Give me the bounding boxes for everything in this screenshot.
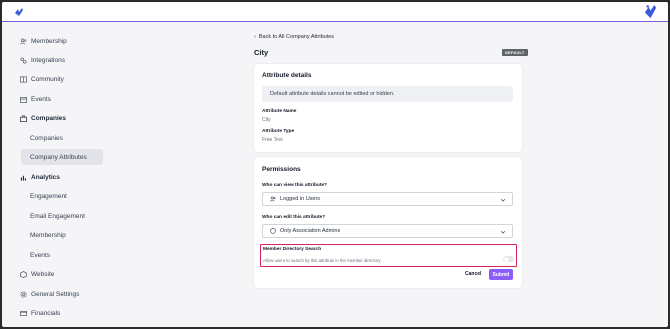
sidebar-item-community[interactable]: Community bbox=[20, 72, 64, 86]
member-directory-search-toggle[interactable] bbox=[503, 256, 514, 262]
chevron-down-icon bbox=[500, 199, 506, 202]
sidebar-item-website[interactable]: Website bbox=[20, 267, 54, 281]
page-title: City bbox=[254, 48, 269, 57]
brand-mark-icon[interactable] bbox=[643, 4, 658, 19]
attribute-name-label: Attribute Name bbox=[262, 109, 297, 114]
brand-logo-icon[interactable] bbox=[14, 7, 24, 17]
back-link-label: Back to All Company Attributes bbox=[258, 34, 335, 40]
card-title: Permissions bbox=[262, 166, 301, 173]
attribute-type-value: Free Text bbox=[262, 137, 283, 143]
sidebar-item-label: Email Engagement bbox=[30, 212, 85, 220]
sidebar-item-label: Membership bbox=[31, 37, 67, 45]
sidebar-subitem-company-attributes[interactable]: Company Attributes bbox=[21, 149, 103, 165]
sidebar-item-analytics[interactable]: Analytics bbox=[20, 170, 60, 184]
sidebar-item-label: Events bbox=[30, 251, 50, 259]
card-icon bbox=[20, 310, 27, 316]
sidebar-item-events[interactable]: Events bbox=[20, 92, 51, 106]
view-permission-select[interactable]: Logged in Users bbox=[262, 192, 513, 206]
shield-icon bbox=[270, 228, 276, 234]
sidebar-subitem-membership[interactable]: Membership bbox=[30, 228, 66, 242]
member-directory-search-description: Allow users to search by this attribute … bbox=[263, 258, 381, 263]
book-icon bbox=[20, 76, 27, 82]
sidebar-item-label: Integrations bbox=[31, 56, 65, 64]
view-permission-label: Who can view this attribute? bbox=[262, 183, 328, 188]
sidebar-item-label: Events bbox=[31, 95, 51, 103]
sidebar: Membership Integrations Community Events… bbox=[2, 23, 112, 327]
info-notice: Default attribute details cannot be edit… bbox=[262, 86, 513, 102]
attribute-name-value: City bbox=[262, 117, 271, 123]
chevron-down-icon bbox=[500, 231, 506, 234]
users-icon bbox=[270, 196, 276, 202]
sidebar-item-label: Company Attributes bbox=[30, 153, 87, 161]
sidebar-item-integrations[interactable]: Integrations bbox=[20, 53, 65, 67]
select-value: Only Association Admins bbox=[280, 228, 341, 234]
sidebar-item-label: Engagement bbox=[30, 192, 67, 200]
calendar-icon bbox=[20, 96, 27, 103]
permissions-card: Permissions Who can view this attribute?… bbox=[254, 157, 522, 288]
link-icon bbox=[20, 57, 27, 63]
briefcase-icon bbox=[20, 115, 27, 122]
top-bar bbox=[2, 2, 668, 22]
cancel-button[interactable]: Cancel bbox=[465, 271, 481, 277]
status-badge: DEFAULT bbox=[502, 49, 528, 56]
sidebar-item-general-settings[interactable]: General Settings bbox=[20, 287, 79, 301]
sidebar-subitem-email-engagement[interactable]: Email Engagement bbox=[30, 209, 85, 223]
sidebar-item-label: General Settings bbox=[31, 290, 80, 298]
sidebar-item-label: Community bbox=[31, 75, 64, 83]
bar-chart-icon bbox=[20, 175, 27, 181]
sidebar-item-companies[interactable]: Companies bbox=[20, 111, 66, 125]
sidebar-subitem-companies[interactable]: Companies bbox=[30, 131, 63, 145]
sidebar-item-label: Analytics bbox=[31, 173, 60, 181]
select-value: Logged in Users bbox=[280, 196, 321, 202]
chevron-left-icon: ‹ bbox=[254, 34, 256, 40]
sidebar-subitem-engagement[interactable]: Engagement bbox=[30, 189, 67, 203]
sidebar-item-label: Website bbox=[31, 270, 55, 278]
sidebar-item-label: Companies bbox=[31, 114, 67, 122]
edit-permission-label: Who can edit this attribute? bbox=[262, 215, 326, 220]
sidebar-subitem-events[interactable]: Events bbox=[30, 248, 50, 262]
submit-button[interactable]: Submit bbox=[489, 269, 513, 280]
sidebar-item-membership[interactable]: Membership bbox=[20, 34, 67, 48]
edit-permission-select[interactable]: Only Association Admins bbox=[262, 224, 513, 238]
attribute-type-label: Attribute Type bbox=[262, 129, 295, 134]
sidebar-item-financials[interactable]: Financials bbox=[20, 306, 60, 320]
sidebar-item-label: Membership bbox=[30, 231, 66, 239]
toggle-knob bbox=[503, 256, 509, 262]
sidebar-item-label: Financials bbox=[31, 309, 61, 317]
card-title: Attribute details bbox=[262, 72, 312, 79]
gear-icon bbox=[20, 291, 27, 297]
cube-icon bbox=[20, 270, 27, 278]
app-frame: Membership Integrations Community Events… bbox=[2, 2, 668, 327]
member-directory-search-title: Member Directory Search bbox=[263, 247, 322, 252]
users-icon bbox=[20, 38, 27, 44]
attribute-details-card: Attribute details Default attribute deta… bbox=[254, 64, 522, 152]
back-link[interactable]: ‹ Back to All Company Attributes bbox=[254, 34, 334, 40]
sidebar-item-label: Companies bbox=[30, 134, 63, 142]
